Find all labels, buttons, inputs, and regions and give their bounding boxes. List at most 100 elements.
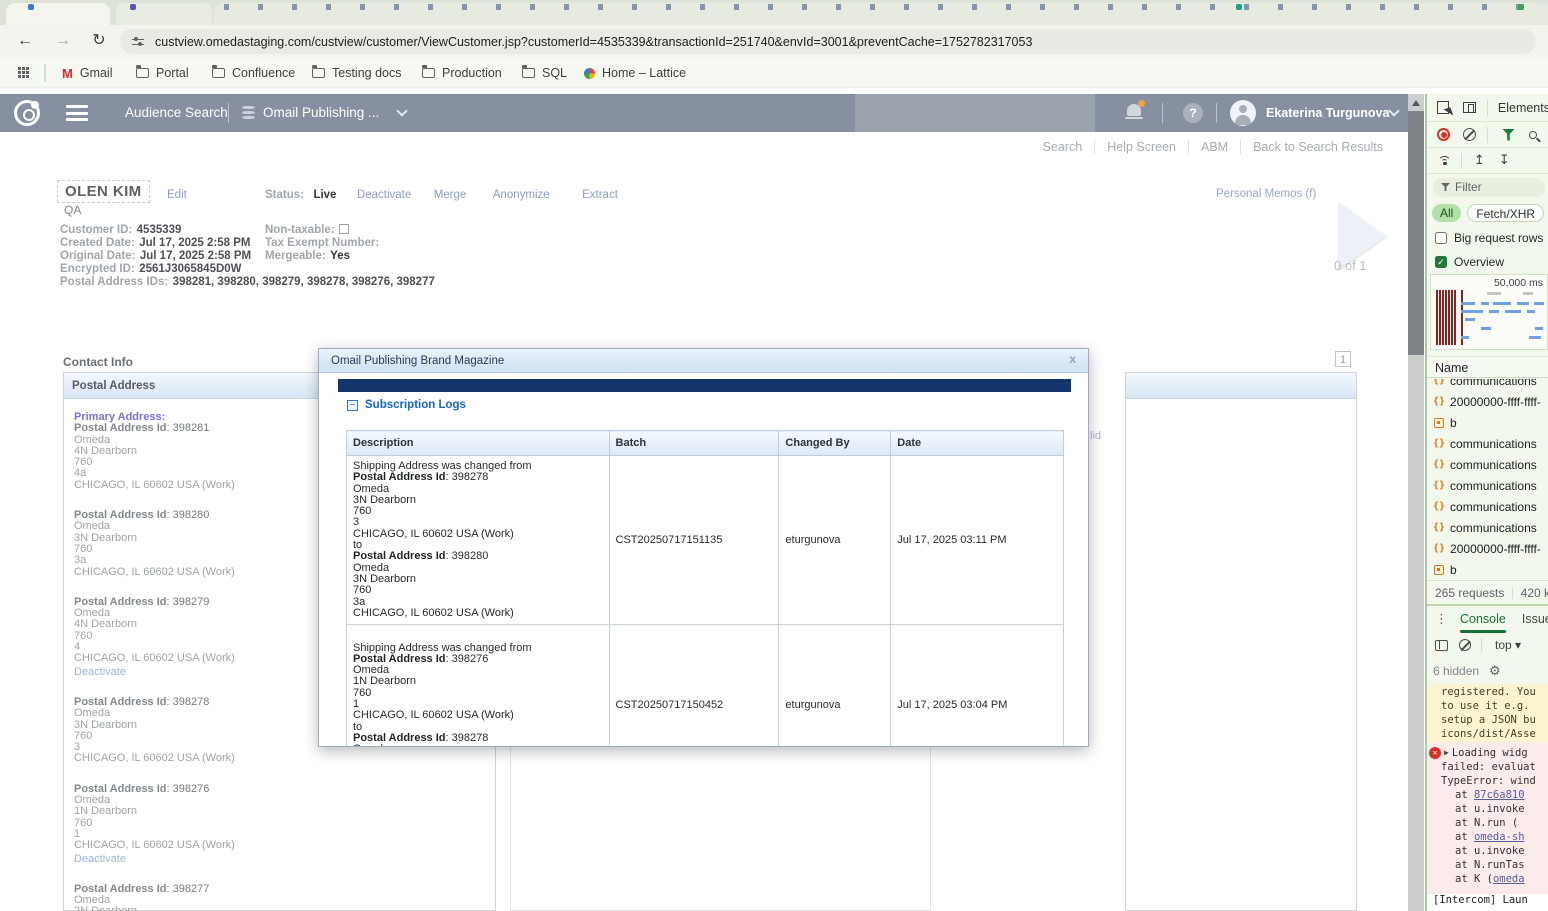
pagination-badge[interactable]: 1 <box>1335 351 1351 367</box>
subnav-abm[interactable]: ABM <box>1189 140 1240 154</box>
forward-icon[interactable]: → <box>50 28 76 54</box>
extract-link[interactable]: Extract <box>582 189 618 201</box>
inspect-element-icon[interactable] <box>1437 101 1449 114</box>
browser-tab[interactable] <box>6 3 110 25</box>
close-icon[interactable]: x <box>1069 352 1076 366</box>
stack-trace-link[interactable]: omeda-sh <box>1474 831 1525 843</box>
subnav-back-to-results[interactable]: Back to Search Results <box>1241 140 1395 154</box>
page-subnav: Search Help Screen ABM Back to Search Re… <box>0 132 1408 164</box>
back-icon[interactable]: ← <box>12 28 38 54</box>
scroll-up-arrow-icon[interactable] <box>1412 100 1420 106</box>
expand-triangle-icon[interactable] <box>1444 745 1452 760</box>
apps-grid-icon[interactable] <box>18 67 21 70</box>
stack-trace-link[interactable]: omeda <box>1493 873 1525 885</box>
log-row: Shipping Address was changed from Postal… <box>347 625 1064 747</box>
network-request-row[interactable]: {}20000000-ffff-ffff- <box>1427 391 1548 412</box>
clear-console-icon[interactable] <box>1459 639 1471 651</box>
bookmark-gmail[interactable]: M Gmail <box>62 58 113 88</box>
network-request-row[interactable]: {}communications <box>1427 475 1548 496</box>
filter-icon[interactable] <box>1502 129 1515 141</box>
postal-address-block: Postal Address Id: 398277 Omeda 2N Dearb… <box>74 884 495 911</box>
bookmark-sql[interactable]: SQL <box>522 58 567 88</box>
json-icon: {} <box>1433 522 1445 533</box>
site-settings-icon[interactable] <box>132 36 146 48</box>
collapse-icon[interactable]: − <box>347 400 358 411</box>
edit-link[interactable]: Edit <box>167 189 187 201</box>
postal-address-ids-value: 398281, 398280, 398279, 398278, 398276, … <box>173 276 435 288</box>
hamburger-menu-icon[interactable] <box>66 105 88 125</box>
network-request-row[interactable]: {}communications <box>1427 517 1548 538</box>
network-request-row[interactable]: {}communications <box>1427 379 1548 391</box>
json-icon: {} <box>1433 379 1445 386</box>
network-request-row[interactable]: {}20000000-ffff-ffff- <box>1427 538 1548 559</box>
page-scrollbar[interactable] <box>1408 94 1424 911</box>
tab-elements[interactable]: Elements <box>1498 101 1548 115</box>
bookmark-testing-docs[interactable]: Testing docs <box>312 58 401 88</box>
nav-audience-search[interactable]: Audience Search <box>125 94 228 132</box>
context-selector[interactable]: Omail Publishing ... <box>263 94 379 132</box>
divider <box>1216 103 1217 123</box>
log-changed-by: eturgunova <box>779 625 891 747</box>
folder-icon <box>522 68 535 78</box>
tab-issues[interactable]: Issues <box>1522 612 1548 626</box>
merge-link[interactable]: Merge <box>434 189 467 201</box>
gear-icon[interactable]: ⚙ <box>1489 664 1501 679</box>
export-har-icon[interactable]: ↧ <box>1499 153 1510 168</box>
overview-checkbox[interactable] <box>1435 256 1447 268</box>
hidden-messages-count[interactable]: 6 hidden <box>1433 664 1479 678</box>
network-name-column-header[interactable]: Name <box>1427 356 1548 378</box>
record-network-icon[interactable] <box>1437 128 1450 141</box>
network-request-row[interactable]: b <box>1427 412 1548 433</box>
network-request-row[interactable]: {}communications <box>1427 433 1548 454</box>
chevron-down-icon[interactable] <box>1388 105 1399 116</box>
big-request-rows-checkbox[interactable] <box>1435 232 1447 244</box>
deactivate-link[interactable]: Deactivate <box>357 189 411 201</box>
kebab-menu-icon[interactable]: ⋮ <box>1435 611 1448 627</box>
import-har-icon[interactable]: ↥ <box>1474 153 1485 168</box>
device-toolbar-icon[interactable] <box>1463 102 1476 113</box>
console-context-selector[interactable]: top ▾ <box>1495 638 1521 652</box>
console-sidebar-icon[interactable] <box>1435 640 1448 651</box>
deactivate-address-link[interactable]: Deactivate <box>74 854 495 865</box>
subnav-search[interactable]: Search <box>1031 140 1095 154</box>
personal-memos-link[interactable]: Personal Memos (f) <box>1216 188 1316 200</box>
tab-favicons <box>224 4 1536 10</box>
url-bar[interactable]: custview.omedastaging.com/custview/custo… <box>120 29 1536 54</box>
bookmark-portal[interactable]: Portal <box>136 58 189 88</box>
console-warning-message[interactable]: registered. You to use it e.g. setup a J… <box>1427 684 1548 742</box>
network-request-row[interactable]: {}communications <box>1427 496 1548 517</box>
postal-address-block: Postal Address Id: 398276 Omeda 1N Dearb… <box>74 784 495 865</box>
scrollbar-thumb[interactable] <box>1408 111 1424 355</box>
chevron-down-icon[interactable] <box>396 105 407 116</box>
anonymize-link[interactable]: Anonymize <box>493 189 550 201</box>
network-overview-chart[interactable]: 50,000 ms <box>1430 274 1548 350</box>
bookmark-confluence[interactable]: Confluence <box>212 58 295 88</box>
network-request-row[interactable]: {}communications <box>1427 454 1548 475</box>
lattice-icon <box>584 68 595 79</box>
user-avatar[interactable] <box>1230 100 1256 126</box>
filter-pill-all[interactable]: All <box>1432 204 1461 222</box>
filter-pill-fetch-xhr[interactable]: Fetch/XHR <box>1467 204 1544 222</box>
subnav-help-screen[interactable]: Help Screen <box>1095 140 1188 154</box>
omeda-logo-icon[interactable] <box>14 100 40 126</box>
network-request-row[interactable]: b <box>1427 559 1548 580</box>
clipped-link-fragment: lid <box>1090 430 1101 442</box>
clear-network-icon[interactable] <box>1463 128 1476 141</box>
overview-scale: 50,000 ms <box>1494 277 1543 289</box>
help-icon[interactable]: ? <box>1183 103 1203 123</box>
stack-trace-link[interactable]: 87c6a810 <box>1474 789 1525 801</box>
console-log-message[interactable]: [Intercom] Laun <box>1427 894 1548 911</box>
user-name[interactable]: Ekaterina Turgunova <box>1266 94 1389 132</box>
bookmark-production[interactable]: Production <box>422 58 502 88</box>
tab-console[interactable]: Console <box>1460 605 1506 633</box>
right-panel-header <box>1126 373 1356 399</box>
network-filter-input[interactable]: Filter <box>1433 178 1545 197</box>
screen: ← → ↻ custview.omedastaging.com/custview… <box>0 0 1548 911</box>
network-conditions-icon[interactable] <box>1438 156 1452 166</box>
search-icon[interactable] <box>1529 131 1537 139</box>
bookmark-home-lattice[interactable]: Home – Lattice <box>584 58 686 88</box>
reload-icon[interactable]: ↻ <box>86 28 112 54</box>
console-drawer-tabs: ⋮ Console Issues <box>1427 604 1548 632</box>
notifications-bell-icon[interactable] <box>1127 104 1141 116</box>
console-error-message[interactable]: ✕Loading widg failed: evaluat TypeError:… <box>1427 742 1548 894</box>
